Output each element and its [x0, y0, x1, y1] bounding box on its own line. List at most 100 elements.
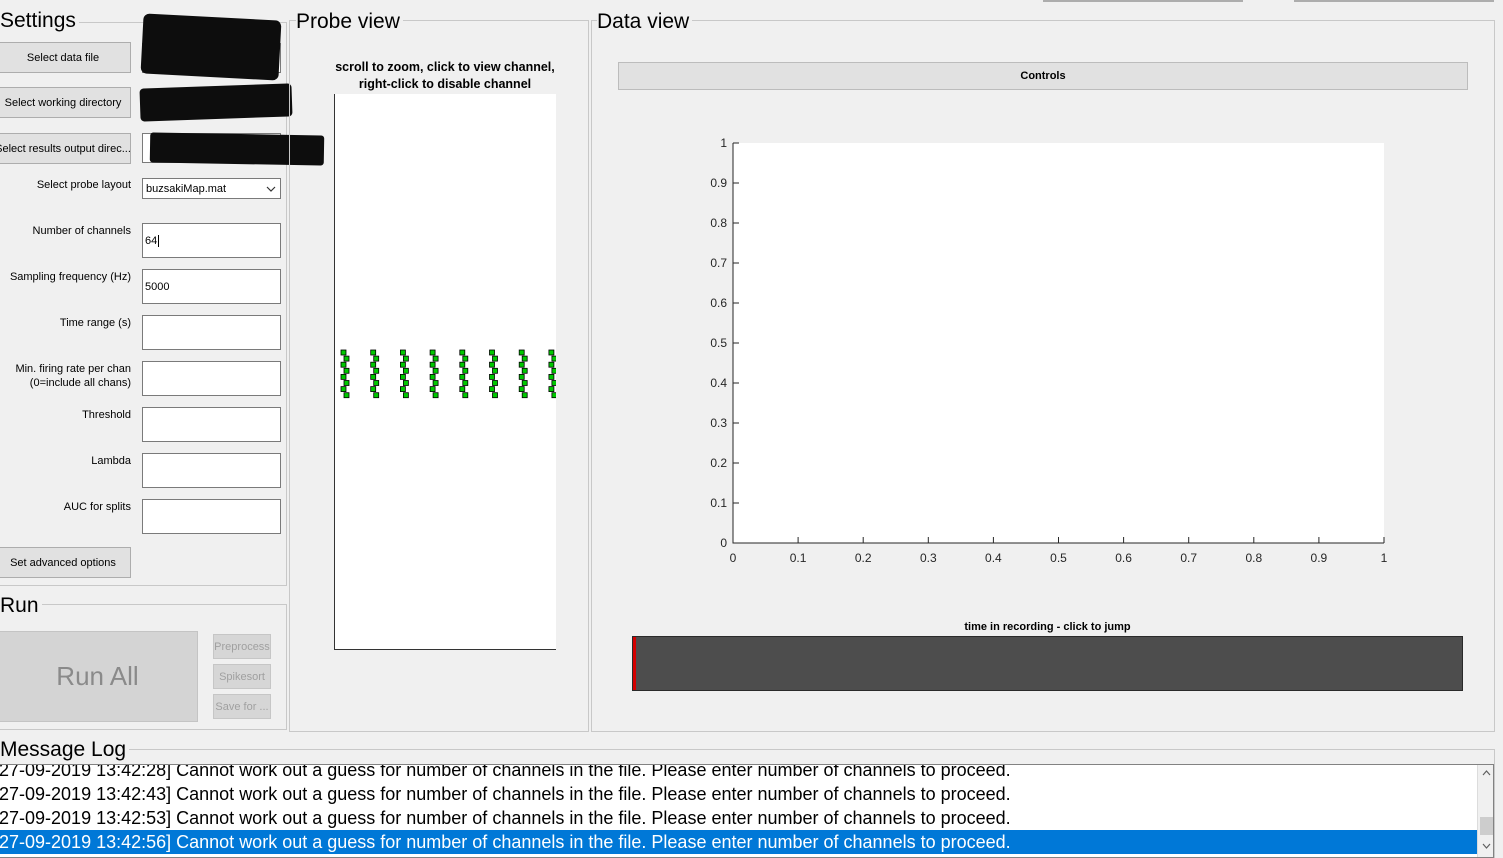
probe-site[interactable] — [400, 373, 406, 380]
y-tick-label: 0.1 — [710, 496, 727, 510]
probe-site[interactable] — [400, 386, 406, 393]
min-firing-rate-field[interactable] — [142, 361, 281, 396]
spikesort-button[interactable]: Spikesort — [213, 664, 271, 689]
probe-site[interactable] — [432, 392, 439, 399]
probe-site[interactable] — [459, 349, 466, 356]
select-working-directory-button[interactable]: Select working directory — [0, 87, 131, 118]
num-channels-field[interactable]: 64 — [142, 223, 281, 258]
probe-site[interactable] — [548, 386, 555, 393]
probe-site[interactable] — [373, 367, 380, 374]
probe-site[interactable] — [373, 392, 380, 399]
probe-site[interactable] — [521, 355, 528, 362]
message-log-list[interactable]: 27-09-2019 13:42:28] Cannot work out a g… — [0, 764, 1494, 858]
probe-site[interactable] — [403, 355, 409, 362]
probe-site[interactable] — [340, 349, 347, 356]
probe-site[interactable] — [518, 361, 525, 368]
probe-site[interactable] — [400, 361, 406, 368]
time-range-field[interactable] — [142, 315, 281, 350]
probe-site[interactable] — [551, 367, 556, 374]
probe-site[interactable] — [343, 367, 350, 374]
probe-site[interactable] — [429, 386, 436, 393]
select-data-file-button[interactable]: Select data file — [0, 42, 131, 73]
scroll-up-icon[interactable] — [1478, 765, 1493, 782]
data-plot[interactable]: 0 0.1 0.2 0.3 0.4 0.5 0.6 0.7 0.8 0.9 1 0 0.1 0.2 0.3 0… — [690, 130, 1410, 570]
probe-site[interactable] — [343, 380, 350, 386]
probe-layout-select[interactable]: buzsakiMap.mat — [142, 178, 281, 199]
probe-site[interactable] — [548, 349, 555, 356]
select-results-directory-button[interactable]: Select results output direc... — [0, 133, 131, 164]
save-for-button[interactable]: Save for ... — [213, 694, 271, 719]
probe-site[interactable] — [429, 349, 436, 356]
probe-canvas[interactable] — [334, 94, 556, 650]
probe-site[interactable] — [521, 380, 528, 386]
probe-site[interactable] — [548, 361, 555, 368]
probe-site[interactable] — [489, 349, 495, 356]
probe-site[interactable] — [548, 373, 555, 380]
probe-site[interactable] — [459, 386, 466, 393]
probe-site[interactable] — [403, 392, 409, 399]
probe-site[interactable] — [492, 392, 498, 399]
run-title: Run — [0, 594, 42, 618]
timeline-position-marker[interactable] — [633, 637, 636, 690]
probe-site[interactable] — [370, 386, 377, 393]
probe-site[interactable] — [429, 373, 436, 380]
probe-site[interactable] — [343, 355, 350, 362]
probe-site[interactable] — [489, 386, 495, 393]
probe-site[interactable] — [373, 355, 380, 362]
probe-site[interactable] — [370, 361, 377, 368]
top-control-edge-1 — [1043, 0, 1243, 2]
plot-area[interactable] — [733, 143, 1384, 543]
probe-site[interactable] — [462, 367, 469, 374]
chevron-down-icon[interactable] — [264, 180, 278, 198]
sampling-frequency-field[interactable]: 5000 — [142, 269, 281, 304]
probe-site[interactable] — [400, 349, 406, 356]
probe-site[interactable] — [551, 380, 556, 386]
y-tick-label: 0.3 — [710, 416, 727, 430]
probe-site[interactable] — [521, 392, 528, 399]
probe-site[interactable] — [340, 361, 347, 368]
sampling-frequency-label: Sampling frequency (Hz) — [9, 271, 131, 283]
probe-site[interactable] — [518, 386, 525, 393]
probe-site[interactable] — [518, 349, 525, 356]
probe-site[interactable] — [492, 367, 498, 374]
scroll-thumb[interactable] — [1480, 817, 1493, 835]
probe-site[interactable] — [459, 373, 466, 380]
probe-site[interactable] — [492, 380, 498, 386]
num-channels-label: Number of channels — [32, 225, 131, 237]
probe-site[interactable] — [370, 349, 377, 356]
probe-site[interactable] — [429, 361, 436, 368]
probe-site[interactable] — [489, 361, 495, 368]
probe-site[interactable] — [403, 380, 409, 386]
x-tick-label: 0.3 — [920, 551, 937, 565]
probe-site[interactable] — [403, 367, 409, 374]
threshold-field[interactable] — [142, 407, 281, 442]
probe-site[interactable] — [551, 355, 556, 362]
timeline-bar[interactable] — [632, 636, 1463, 691]
probe-site[interactable] — [340, 373, 347, 380]
probe-site[interactable] — [373, 380, 380, 386]
controls-button[interactable]: Controls — [618, 62, 1468, 90]
scroll-down-icon[interactable] — [1478, 838, 1493, 855]
probe-site[interactable] — [432, 367, 439, 374]
probe-site[interactable] — [521, 367, 528, 374]
probe-site[interactable] — [432, 355, 439, 362]
probe-site[interactable] — [462, 392, 469, 399]
probe-site[interactable] — [492, 355, 498, 362]
probe-site[interactable] — [340, 386, 347, 393]
probe-sites-plot[interactable] — [335, 94, 556, 649]
set-advanced-options-button[interactable]: Set advanced options — [0, 547, 131, 578]
probe-site[interactable] — [370, 373, 377, 380]
probe-site[interactable] — [462, 380, 469, 386]
probe-site[interactable] — [462, 355, 469, 362]
lambda-field[interactable] — [142, 453, 281, 488]
probe-site[interactable] — [551, 392, 556, 399]
probe-site[interactable] — [489, 373, 495, 380]
log-scrollbar[interactable] — [1477, 765, 1493, 857]
probe-site[interactable] — [518, 373, 525, 380]
probe-site[interactable] — [432, 380, 439, 386]
probe-site[interactable] — [459, 361, 466, 368]
probe-site[interactable] — [343, 392, 350, 399]
auc-field[interactable] — [142, 499, 281, 534]
run-all-button[interactable]: Run All — [0, 631, 198, 722]
preprocess-button[interactable]: Preprocess — [213, 634, 271, 659]
